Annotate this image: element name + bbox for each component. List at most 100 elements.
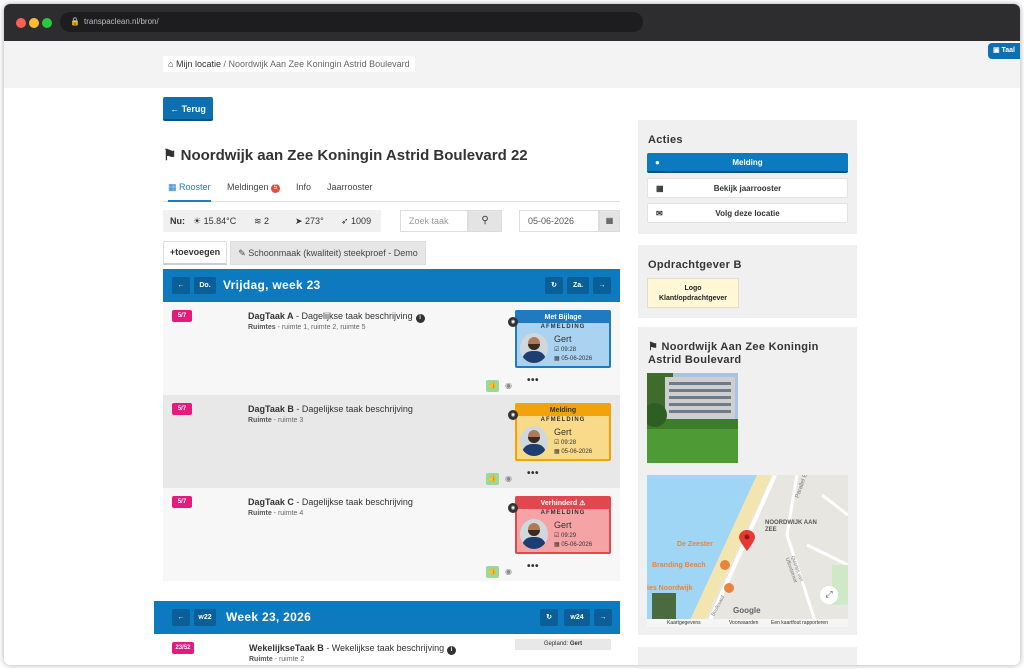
task-rooms-value: - ruimte 2 xyxy=(272,656,305,663)
language-button[interactable]: ▣ Taal xyxy=(987,43,1020,59)
task-row-c[interactable]: 5/7 DagTaak C - Dagelijkse taak beschrij… xyxy=(163,488,620,581)
worker-name: Gert xyxy=(554,520,572,530)
next-day-arrow-button[interactable]: → xyxy=(593,277,611,294)
thumbs-up-icon[interactable]: 👍 xyxy=(486,566,499,578)
calendar-icon: ▦ xyxy=(656,184,664,193)
task-rooms-label: Ruimtes xyxy=(248,324,276,331)
location-photo[interactable] xyxy=(647,373,738,463)
close-window-dot[interactable] xyxy=(16,18,26,28)
info-icon[interactable]: i xyxy=(415,314,425,323)
weather-bar: Nu: ☀ 15.84°C ≋ 2 ➤ 273° ➶ 1009 xyxy=(163,210,381,232)
task-rooms-value: - ruimte 4 xyxy=(271,510,304,517)
week-task-row[interactable]: 23/52 WekelijkseTaak B - Wekelijkse taak… xyxy=(154,634,620,665)
eye-icon[interactable]: ◉ xyxy=(502,567,515,577)
search-button[interactable]: ⚲ xyxy=(468,210,502,232)
add-task-button[interactable]: +toevoegen xyxy=(163,241,227,265)
prev-week-arrow-button[interactable]: ← xyxy=(172,609,190,626)
more-options-icon[interactable]: ••• xyxy=(527,561,539,572)
report-card[interactable]: Melding AFMELDING Gert ☑ 09:28 ▦ 05-06-2… xyxy=(515,403,611,461)
prev-week-button[interactable]: w22 xyxy=(194,609,216,626)
report-card[interactable]: Verhinderd ⚠ AFMELDING Gert ☑ 09:29 ▦ 05… xyxy=(515,496,611,554)
back-button[interactable]: ← Terug xyxy=(163,97,213,121)
home-icon: ⌂ xyxy=(168,59,174,69)
task-rooms-value: - ruimte 3 xyxy=(271,417,304,424)
day-title: Vrijdag, week 23 xyxy=(223,278,321,292)
fullscreen-icon[interactable]: ⤢ xyxy=(823,589,835,601)
thumbs-up-icon[interactable]: 👍 xyxy=(486,473,499,485)
week-refresh-button[interactable]: ↻ xyxy=(540,609,558,626)
view-year-schedule-button[interactable]: ▦ Bekijk jaarrooster xyxy=(647,178,848,198)
search-input[interactable]: Zoek taak xyxy=(400,210,468,232)
breadcrumb-current: Noordwijk Aan Zee Koningin Astrid Boulev… xyxy=(228,59,410,69)
location-title-text: Noordwijk Aan Zee Koningin Astrid Boulev… xyxy=(648,341,819,366)
report-type: AFMELDING xyxy=(540,417,586,423)
map-poi-branding-beach[interactable]: Branding Beach xyxy=(652,562,706,569)
camera-icon[interactable]: ◉ xyxy=(508,410,518,420)
weather-temp-value: 15.84°C xyxy=(203,216,237,226)
next-day-button[interactable]: Za. xyxy=(567,277,589,294)
eye-icon[interactable]: ◉ xyxy=(502,474,515,484)
tab-meldingen[interactable]: Meldingen 5 xyxy=(227,182,281,193)
task-title[interactable]: WekelijkseTaak B - Wekelijkse taak besch… xyxy=(249,643,457,655)
signpost-icon: ⚑ xyxy=(163,147,177,164)
camera-icon[interactable]: ◉ xyxy=(508,317,518,327)
location-map[interactable]: NOORDWIJK AAN ZEE De Zeester Branding Be… xyxy=(647,475,848,627)
prev-day-button[interactable]: Do. xyxy=(194,277,216,294)
actions-title: Acties xyxy=(648,134,683,146)
follow-location-button[interactable]: ✉ Volg deze locatie xyxy=(647,203,848,223)
direction-arrow-icon: ➤ xyxy=(295,216,306,226)
task-count-badge: 23/52 xyxy=(172,642,194,654)
minimize-window-dot[interactable] xyxy=(29,18,39,28)
weather-now-label: Nu: xyxy=(170,216,185,226)
refresh-button[interactable]: ↻ xyxy=(545,277,563,294)
planned-badge: Gepland: Gert xyxy=(515,639,611,650)
task-rooms-label: Ruimte xyxy=(248,417,272,424)
maximize-window-dot[interactable] xyxy=(42,18,52,28)
task-title[interactable]: DagTaak B - Dagelijkse taak beschrijving xyxy=(248,404,413,414)
planned-name: Gert xyxy=(569,641,583,647)
breadcrumb-separator: / xyxy=(223,59,227,69)
report-card[interactable]: Met Bijlage AFMELDING Gert ☑ 09:28 ▦ 05-… xyxy=(515,310,611,368)
follow-location-label: Volg deze locatie xyxy=(715,209,780,218)
task-title[interactable]: DagTaak A - Dagelijkse taak beschrijving… xyxy=(248,311,425,323)
next-week-arrow-button[interactable]: → xyxy=(594,609,612,626)
task-row-a[interactable]: 5/7 DagTaak A - Dagelijkse taak beschrij… xyxy=(163,302,620,395)
address-bar[interactable]: 🔒 transpaclean.nl/bron/ xyxy=(60,12,643,32)
report-status: Met Bijlage xyxy=(517,312,609,323)
thumbs-up-icon[interactable]: 👍 xyxy=(486,380,499,392)
report-date-value: 05-06-2026 xyxy=(561,356,593,362)
tab-info[interactable]: Info xyxy=(296,182,311,192)
gauge-icon: ➶ xyxy=(341,216,352,226)
next-panel xyxy=(638,647,857,665)
task-rooms: Ruimte - ruimte 3 xyxy=(248,417,303,424)
task-name: WekelijkseTaak B xyxy=(249,643,324,653)
camera-icon[interactable]: ◉ xyxy=(508,503,518,513)
tab-jaarrooster[interactable]: Jaarrooster xyxy=(327,182,373,192)
map-poi-noordwijk[interactable]: ies Noordwijk xyxy=(647,585,693,592)
report-time: ☑ 09:29 xyxy=(554,532,576,539)
tab-rooster[interactable]: ▦ Rooster xyxy=(168,182,211,202)
breadcrumb-home[interactable]: Mijn locatie xyxy=(176,59,221,69)
date-input[interactable]: 05-06-2026 xyxy=(519,210,599,232)
map-poi-zeester[interactable]: De Zeester xyxy=(677,541,713,548)
task-rooms: Ruimtes - ruimte 1, ruimte 2, ruimte 5 xyxy=(248,324,365,331)
melding-button[interactable]: ● Melding xyxy=(647,153,848,173)
task-title[interactable]: DagTaak C - Dagelijkse taak beschrijving xyxy=(248,497,413,507)
more-options-icon[interactable]: ••• xyxy=(527,468,539,479)
lock-icon: 🔒 xyxy=(70,17,80,26)
eye-icon[interactable]: ◉ xyxy=(502,381,515,391)
worker-name: Gert xyxy=(554,334,572,344)
info-icon[interactable]: i xyxy=(447,646,457,655)
next-week-button[interactable]: w24 xyxy=(564,609,590,626)
report-date-value: 05-06-2026 xyxy=(561,449,593,455)
map-attr-terms[interactable]: Voorwaarden xyxy=(729,620,758,626)
prev-day-arrow-button[interactable]: ← xyxy=(172,277,190,294)
task-rooms: Ruimte - ruimte 4 xyxy=(248,510,303,517)
map-attr-data[interactable]: Kaartgegevens xyxy=(667,620,701,626)
sample-check-button[interactable]: ✎ Schoonmaak (kwaliteit) steekproef - De… xyxy=(230,241,426,265)
date-picker-button[interactable]: ▦ xyxy=(599,210,620,232)
weather-wind: ≋ 2 xyxy=(254,210,269,232)
task-row-b[interactable]: 5/7 DagTaak B - Dagelijkse taak beschrij… xyxy=(163,395,620,488)
map-attr-report[interactable]: Een kaartfout rapporteren xyxy=(771,620,828,626)
more-options-icon[interactable]: ••• xyxy=(527,375,539,386)
